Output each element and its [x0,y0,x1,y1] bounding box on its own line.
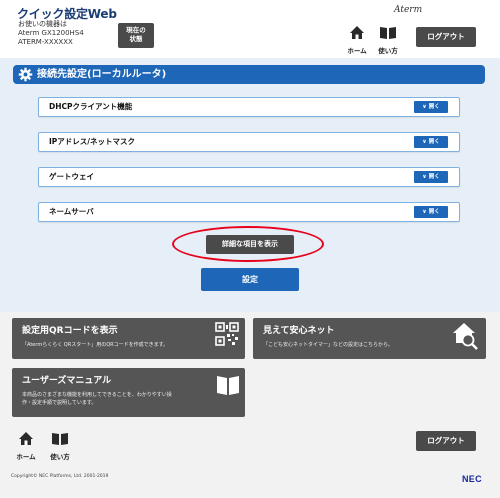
section-header: 接続先設定(ローカルルータ) [13,65,485,84]
chevron-down-icon: ∨ [422,104,427,110]
card-description: 「こども安心ネットタイマー」などの設定はこちらから。 [263,342,394,348]
footer-logout-button[interactable]: ログアウト [416,431,476,451]
device-model: Aterm GX1200HS4 [18,29,84,37]
home-icon [19,432,33,445]
chevron-down-icon: ∨ [422,174,427,180]
card-title: 設定用QRコードを表示 [22,326,118,336]
status-button-line1: 現在の [126,26,146,34]
safety-net-card[interactable]: 見えて安心ネット 「こども安心ネットタイマー」などの設定はこちらから。 [253,318,486,359]
home-label: ホーム [16,453,36,461]
open-label: 開く [428,174,440,180]
accordion-name-server[interactable]: ネームサーバ ∨ 開く [38,202,460,222]
open-button[interactable]: ∨ 開く [414,136,448,148]
aterm-logo: Aterm [394,5,423,15]
qr-code-card[interactable]: 設定用QRコードを表示 「Atermらくらく QRスタート」用のQRコードを作成… [12,318,245,359]
book-icon [217,376,239,395]
card-description-line2: 作・設定手順で説明しています。 [22,400,97,406]
chevron-down-icon: ∨ [422,139,427,145]
footer-home-button[interactable]: ホーム [13,431,39,461]
accordion-ip-netmask[interactable]: IPアドレス/ネットマスク ∨ 開く [38,132,460,152]
accordion-label: DHCPクライアント機能 [49,102,133,111]
logout-button[interactable]: ログアウト [416,27,476,47]
help-label: 使い方 [50,453,70,461]
card-description-line1: 本商品のさまざまな機能を利用してできることを、わかりやすい操 [22,392,172,398]
house-magnifier-icon [453,323,478,350]
home-label: ホーム [347,47,367,55]
gear-icon [18,67,33,82]
status-button-line2: 状態 [129,35,143,43]
nec-logo: NEC [462,474,482,484]
card-title: 見えて安心ネット [263,326,335,336]
book-icon [380,27,396,39]
main-panel: 接続先設定(ローカルルータ) DHCPクライアント機能 ∨ 開く IPアドレス/… [0,58,500,312]
device-info: お使いの機器は Aterm GX1200HS4 ATERM-XXXXXX [18,20,84,47]
qr-code-icon [215,322,239,346]
user-manual-card[interactable]: ユーザーズマニュアル 本商品のさまざまな機能を利用してできることを、わかりやすい… [12,368,245,417]
card-description: 本商品のさまざまな機能を利用してできることを、わかりやすい操 作・設定手順で説明… [22,391,172,407]
open-label: 開く [428,139,440,145]
card-description: 「Atermらくらく QRスタート」用のQRコードを作成できます。 [22,342,169,348]
accordion-label: ゲートウェイ [49,172,94,181]
home-button[interactable]: ホーム [344,25,370,55]
accordion-label: IPアドレス/ネットマスク [49,137,136,146]
help-label: 使い方 [378,47,398,55]
footer-help-button[interactable]: 使い方 [47,431,73,461]
current-status-button[interactable]: 現在の 状態 [118,23,154,48]
home-icon [350,26,364,39]
open-button[interactable]: ∨ 開く [414,206,448,218]
open-label: 開く [428,209,440,215]
set-button[interactable]: 設定 [201,268,299,291]
accordion-dhcp-client[interactable]: DHCPクライアント機能 ∨ 開く [38,97,460,117]
accordion-label: ネームサーバ [49,207,94,216]
chevron-down-icon: ∨ [422,209,427,215]
book-icon [52,433,68,445]
highlight-annotation [172,226,324,262]
device-label: お使いの機器は [18,20,67,28]
open-button[interactable]: ∨ 開く [414,101,448,113]
copyright: Copyright© NEC Platforms, Ltd. 2001-2019 [11,474,109,479]
open-button[interactable]: ∨ 開く [414,171,448,183]
help-button[interactable]: 使い方 [375,25,401,55]
accordion-gateway[interactable]: ゲートウェイ ∨ 開く [38,167,460,187]
header: クイック設定Web お使いの機器は Aterm GX1200HS4 ATERM-… [0,0,500,58]
open-label: 開く [428,104,440,110]
device-name: ATERM-XXXXXX [18,38,73,46]
card-title: ユーザーズマニュアル [22,376,112,386]
section-title: 接続先設定(ローカルルータ) [37,69,167,80]
